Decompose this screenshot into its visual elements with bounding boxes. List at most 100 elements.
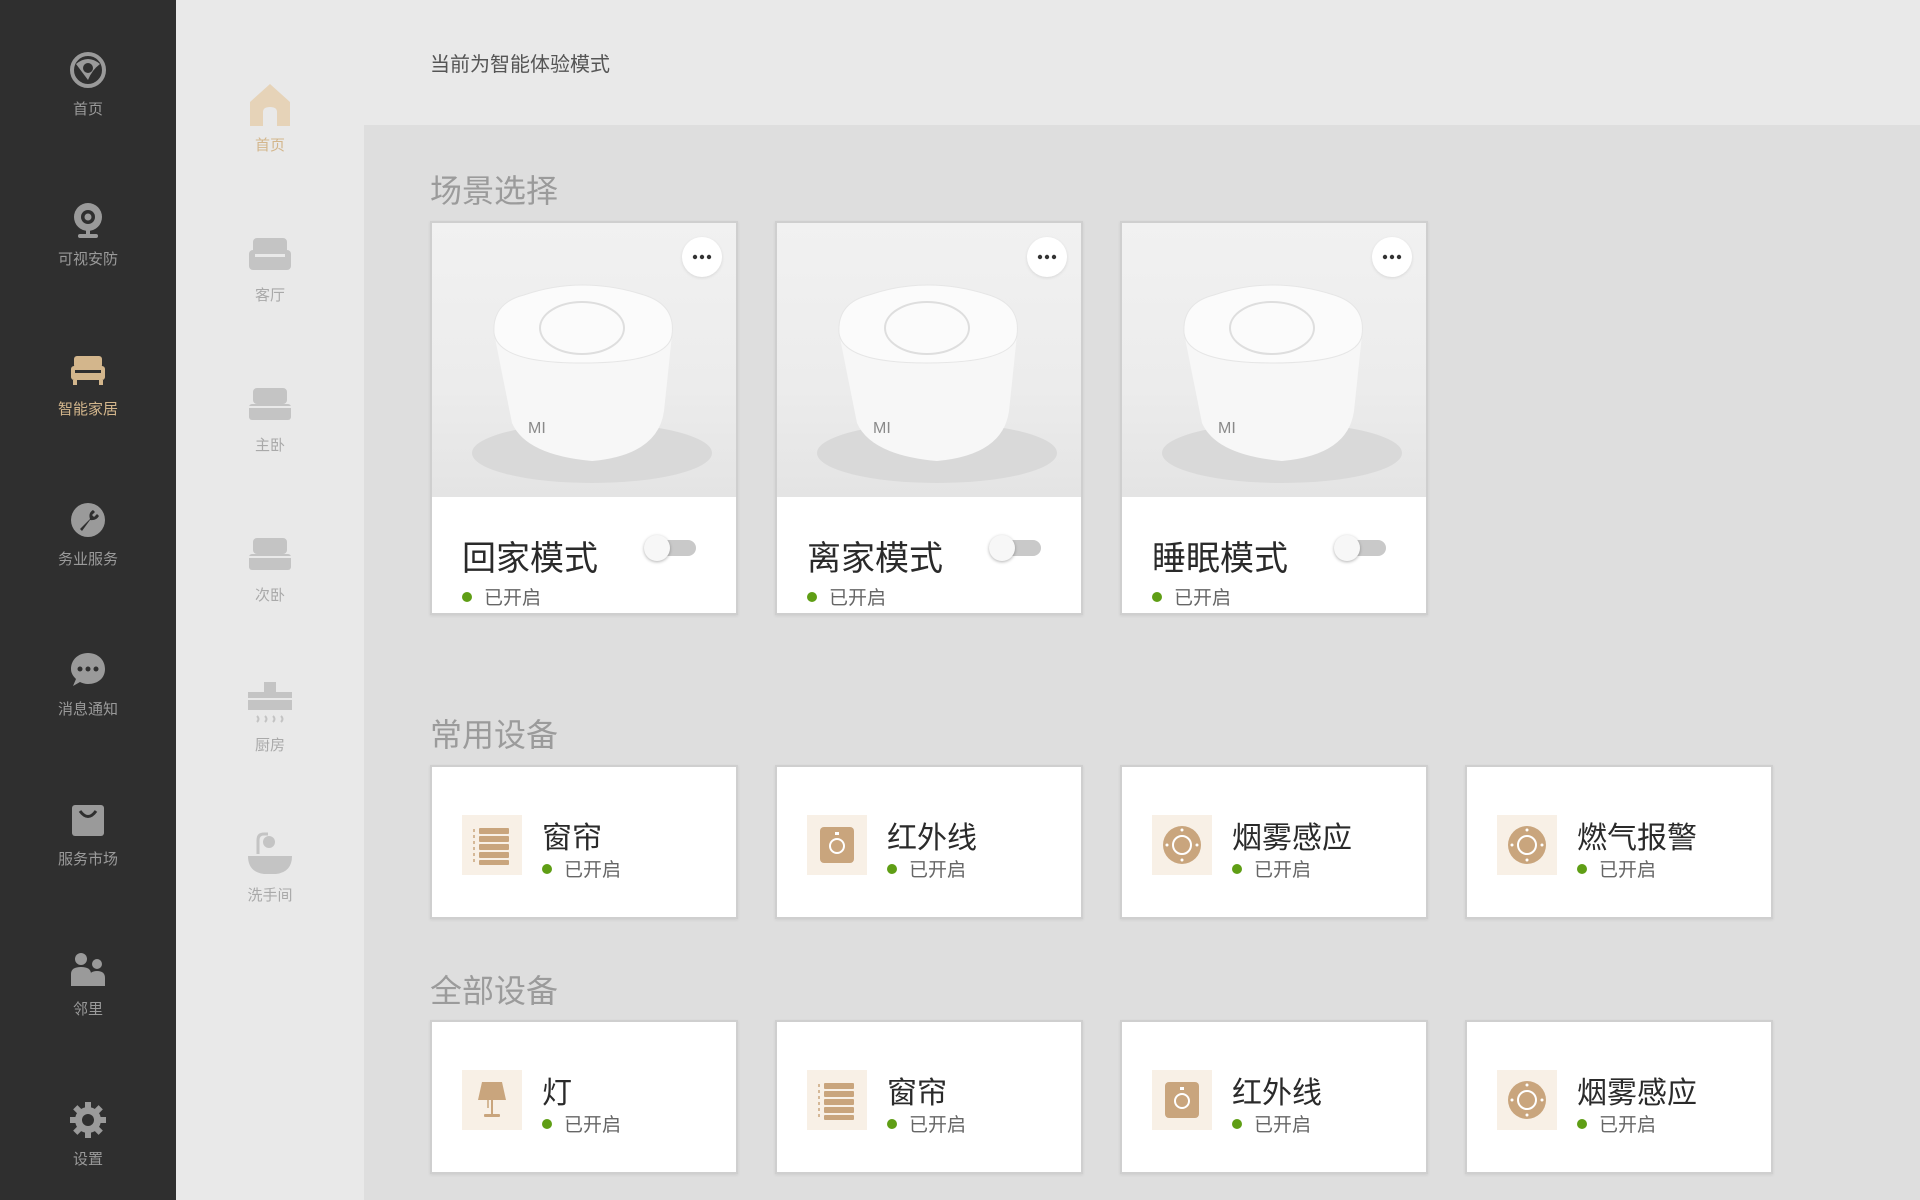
sidebar-item-label: 务业服务	[57, 550, 118, 568]
house-icon	[250, 84, 290, 126]
svg-text:MI: MI	[528, 420, 546, 437]
sidebar-item-smart-home[interactable]: 智能家居	[0, 338, 176, 448]
scene-status-text: 已开启	[1174, 587, 1232, 609]
wrench-icon	[71, 503, 105, 537]
camera-icon	[74, 203, 102, 238]
status-dot	[1152, 591, 1162, 602]
shopping-bag-icon	[72, 805, 104, 836]
device-card-curtain[interactable]: 窗帘 已开启	[775, 1020, 1083, 1174]
range-hood-icon	[248, 682, 292, 723]
device-card-infrared[interactable]: 红外线 已开启	[775, 765, 1083, 919]
sidebar-item-security[interactable]: 可视安防	[0, 188, 176, 298]
people-icon	[71, 953, 105, 986]
device-name: 烟雾感应	[1577, 1076, 1697, 1111]
scene-toggle[interactable]	[644, 535, 696, 561]
device-status-text: 已开启	[1599, 859, 1657, 881]
scene-toggle[interactable]	[989, 535, 1041, 561]
gear-icon	[70, 1102, 106, 1138]
device-status-text: 已开启	[1254, 1114, 1312, 1136]
status-dot	[887, 1118, 897, 1129]
device-status: 已开启	[1232, 855, 1311, 882]
scene-status: 已开启	[1152, 583, 1231, 610]
room-item-label: 首页	[254, 136, 285, 154]
section-title-common-devices: 常用设备	[430, 716, 559, 754]
device-status: 已开启	[887, 1110, 966, 1137]
status-dot	[462, 591, 472, 602]
toggle-knob	[1334, 535, 1360, 561]
sidebar-item-home[interactable]: 首页	[0, 38, 176, 148]
scene-more-button[interactable]	[1027, 237, 1067, 277]
room-item-master-bedroom[interactable]: 主卧	[176, 370, 364, 480]
scene-more-button[interactable]	[682, 237, 722, 277]
chat-bubble-icon	[71, 653, 105, 686]
device-status: 已开启	[887, 855, 966, 882]
status-dot	[1577, 1118, 1587, 1129]
device-card-smoke[interactable]: 烟雾感应 已开启	[1465, 1020, 1773, 1174]
sidebar-item-neighbors[interactable]: 邻里	[0, 938, 176, 1048]
device-name: 燃气报警	[1577, 821, 1697, 856]
toggle-knob	[644, 535, 670, 561]
device-status: 已开启	[1577, 1110, 1656, 1137]
curtain-icon	[462, 815, 522, 875]
sidebar-item-label: 可视安防	[57, 250, 118, 268]
device-name: 红外线	[1232, 1076, 1322, 1111]
device-card-curtain[interactable]: 窗帘 已开启	[430, 765, 738, 919]
device-card-smoke[interactable]: 烟雾感应 已开启	[1120, 765, 1428, 919]
status-dot	[1232, 1118, 1242, 1129]
more-dots-icon	[1037, 254, 1057, 260]
home-logo-icon	[70, 52, 106, 88]
scene-status-text: 已开启	[829, 587, 887, 609]
infrared-sensor-icon	[1152, 1070, 1212, 1130]
mode-indicator: 当前为智能体验模式	[430, 52, 610, 76]
device-status: 已开启	[1232, 1110, 1311, 1137]
room-item-bathroom[interactable]: 洗手间	[176, 820, 364, 930]
sidebar-item-label: 消息通知	[57, 700, 118, 718]
sidebar-item-messages[interactable]: 消息通知	[0, 638, 176, 748]
device-status-text: 已开启	[564, 859, 622, 881]
sidebar-item-label: 邻里	[72, 1000, 103, 1018]
device-name: 红外线	[887, 821, 977, 856]
room-item-label: 主卧	[254, 436, 285, 454]
scene-card[interactable]: MI 睡眠模式 已开启	[1120, 221, 1428, 615]
svg-text:MI: MI	[1218, 420, 1236, 437]
device-status-text: 已开启	[1599, 1114, 1657, 1136]
scene-card[interactable]: MI 离家模式 已开启	[775, 221, 1083, 615]
device-card-gas-alarm[interactable]: 燃气报警 已开启	[1465, 765, 1773, 919]
bed-icon	[249, 388, 291, 420]
device-card-infrared[interactable]: 红外线 已开启	[1120, 1020, 1428, 1174]
scene-card[interactable]: MI 回家模式 已开启	[430, 221, 738, 615]
device-name: 灯	[542, 1076, 572, 1111]
room-item-label: 客厅	[254, 286, 285, 304]
scene-name: 回家模式	[462, 539, 598, 579]
room-item-second-bedroom[interactable]: 次卧	[176, 520, 364, 630]
status-dot	[1577, 863, 1587, 874]
scene-status: 已开启	[462, 583, 541, 610]
infrared-sensor-icon	[807, 815, 867, 875]
room-item-label: 次卧	[254, 586, 285, 604]
more-dots-icon	[1382, 254, 1402, 260]
room-item-label: 洗手间	[247, 886, 293, 904]
sidebar-item-market[interactable]: 服务市场	[0, 788, 176, 898]
sidebar-item-label: 首页	[72, 100, 103, 118]
room-item-living-room[interactable]: 客厅	[176, 220, 364, 330]
scene-status-text: 已开启	[484, 587, 542, 609]
status-dot	[542, 863, 552, 874]
room-item-kitchen[interactable]: 厨房	[176, 670, 364, 780]
scene-status: 已开启	[807, 583, 886, 610]
status-dot	[1232, 863, 1242, 874]
scene-toggle[interactable]	[1334, 535, 1386, 561]
device-card-lamp[interactable]: 灯 已开启	[430, 1020, 738, 1174]
smoke-detector-icon	[1152, 815, 1212, 875]
status-dot	[542, 1118, 552, 1129]
sidebar-item-label: 智能家居	[57, 400, 118, 418]
device-status-text: 已开启	[909, 1114, 967, 1136]
bed-icon	[249, 538, 291, 570]
scene-more-button[interactable]	[1372, 237, 1412, 277]
sidebar-item-property-service[interactable]: 务业服务	[0, 488, 176, 598]
device-status: 已开启	[542, 855, 621, 882]
sidebar-item-label: 设置	[72, 1150, 103, 1168]
room-item-home[interactable]: 首页	[176, 70, 364, 180]
sidebar-item-settings[interactable]: 设置	[0, 1088, 176, 1198]
device-status: 已开启	[542, 1110, 621, 1137]
section-title-all-devices: 全部设备	[430, 972, 559, 1010]
